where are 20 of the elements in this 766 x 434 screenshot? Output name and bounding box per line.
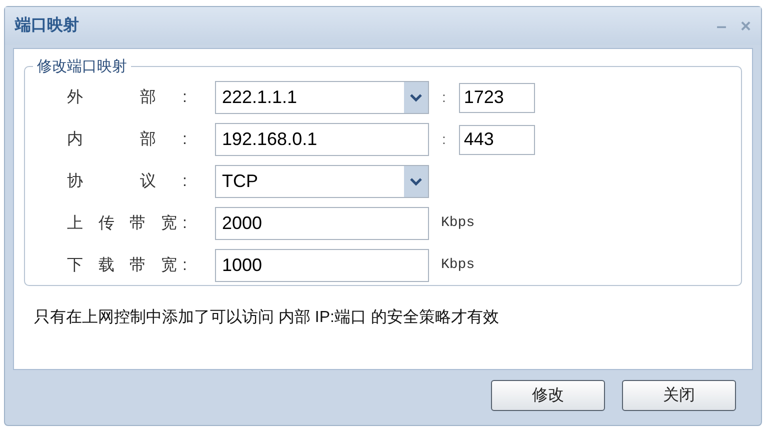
input-field[interactable]: 1000 — [215, 249, 429, 282]
note-text: 只有在上网控制中添加了可以访问 内部 IP:端口 的安全策略才有效 — [34, 308, 500, 328]
window-title: 端口映射 — [15, 16, 79, 36]
unit-label: Kbps — [441, 214, 475, 233]
dropdown-field[interactable]: 222.1.1.1 — [215, 81, 429, 114]
dropdown-field[interactable]: TCP — [215, 165, 429, 198]
field-label: 内 部: — [67, 130, 187, 150]
field-label: 外 部: — [67, 88, 187, 108]
unit-label: Kbps — [441, 256, 475, 275]
field-label: 上 传 带 宽: — [67, 214, 187, 234]
input-field[interactable]: 192.168.0.1 — [215, 123, 429, 156]
input-field[interactable]: 2000 — [215, 207, 429, 240]
dialog-button[interactable]: 修改 — [491, 380, 605, 411]
colon-separator: : — [442, 130, 446, 149]
dialog-button[interactable]: 关闭 — [622, 380, 736, 411]
port-field[interactable]: 1723 — [458, 82, 535, 112]
colon-separator: : — [442, 88, 446, 107]
field-label: 下 载 带 宽: — [67, 256, 187, 276]
field-label: 协 议: — [67, 172, 187, 192]
port-field[interactable]: 443 — [458, 124, 535, 154]
